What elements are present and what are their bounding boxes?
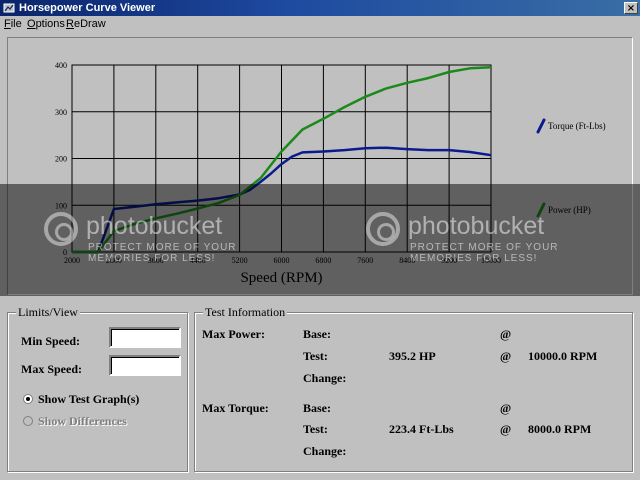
close-button[interactable]: × <box>624 2 638 14</box>
min-speed-label: Min Speed: <box>21 334 81 348</box>
show-differences-label: Show Differences <box>38 414 127 428</box>
limits-view-group: Limits/View Min Speed: Max Speed: Show T… <box>7 305 188 472</box>
torque-test-speed: 8000.0 RPM <box>528 422 592 436</box>
power-test-value: 395.2 HP <box>389 349 436 363</box>
x-tick-label: 5200 <box>232 256 248 265</box>
x-tick-label: 7600 <box>357 256 373 265</box>
max-speed-input[interactable] <box>109 355 181 376</box>
x-tick-label: 8400 <box>399 256 415 265</box>
x-tick-label: 2800 <box>106 256 122 265</box>
test-information-title: Test Information <box>203 305 288 319</box>
torque-test-value: 223.4 Ft-Lbs <box>389 422 454 436</box>
x-tick-label: 6000 <box>274 256 290 265</box>
torque-change-label: Change: <box>303 444 347 458</box>
menu-redraw-rest: eDraw <box>73 18 106 30</box>
menu-options-rest: ptions <box>35 18 65 30</box>
horsepower-chart: 2000 2800 3600 4400 5200 6000 6800 7600 8400 9200… <box>55 61 606 286</box>
show-test-graph-radio[interactable] <box>23 394 33 404</box>
x-tick-label: 3600 <box>148 256 164 265</box>
y-tick-label: 400 <box>55 61 67 70</box>
x-tick-label: 10000 <box>481 256 501 265</box>
y-tick-label: 100 <box>55 201 67 210</box>
menu-redraw[interactable]: ReDraw <box>66 17 106 31</box>
test-information-group: Test Information Max Power: Base: @ Test… <box>194 305 633 472</box>
x-tick-label: 6800 <box>315 256 331 265</box>
power-change-label: Change: <box>303 371 347 385</box>
torque-test-label: Test: <box>303 422 328 436</box>
x-tick-label: 4400 <box>190 256 206 265</box>
menu-redraw-accel: R <box>66 18 74 30</box>
menu-options-accel: O <box>27 18 36 30</box>
power-base-at: @ <box>500 327 512 341</box>
y-tick-label: 300 <box>55 108 67 117</box>
power-test-label: Test: <box>303 349 328 363</box>
close-icon: × <box>626 3 636 14</box>
window-title: Horsepower Curve Viewer <box>19 2 156 14</box>
title-bar: Horsepower Curve Viewer × <box>0 0 640 16</box>
menu-file-accel: F <box>4 18 11 30</box>
legend-label: Power (HP) <box>548 205 591 215</box>
legend-swatch <box>536 202 546 218</box>
max-power-label: Max Power: <box>202 327 265 341</box>
x-tick-label: 2000 <box>64 256 80 265</box>
menu-file[interactable]: File <box>4 17 22 31</box>
limits-view-title: Limits/View <box>16 305 80 319</box>
legend-swatch <box>536 118 546 134</box>
torque-test-at: @ <box>500 422 512 436</box>
legend-label: Torque (Ft-Lbs) <box>548 121 606 131</box>
power-base-label: Base: <box>303 327 331 341</box>
min-speed-input[interactable] <box>109 327 181 348</box>
show-differences-radio <box>23 416 33 426</box>
torque-base-label: Base: <box>303 401 331 415</box>
graph-panel: 2000 2800 3600 4400 5200 6000 6800 7600 8400 9200… <box>7 37 633 295</box>
torque-base-at: @ <box>500 401 512 415</box>
power-test-at: @ <box>500 349 512 363</box>
show-test-graph-label[interactable]: Show Test Graph(s) <box>38 392 139 406</box>
y-tick-label: 200 <box>55 155 67 164</box>
app-icon <box>3 3 15 13</box>
x-tick-label: 9200 <box>441 256 457 265</box>
max-torque-label: Max Torque: <box>202 401 269 415</box>
menu-options[interactable]: Options <box>27 17 65 31</box>
x-axis-label: Speed (RPM) <box>240 270 322 286</box>
menu-file-rest: ile <box>10 18 22 30</box>
y-tick-label: 0 <box>63 248 67 257</box>
max-speed-label: Max Speed: <box>21 362 82 376</box>
menu-bar: File Options ReDraw <box>0 16 640 32</box>
power-test-speed: 10000.0 RPM <box>528 349 598 363</box>
